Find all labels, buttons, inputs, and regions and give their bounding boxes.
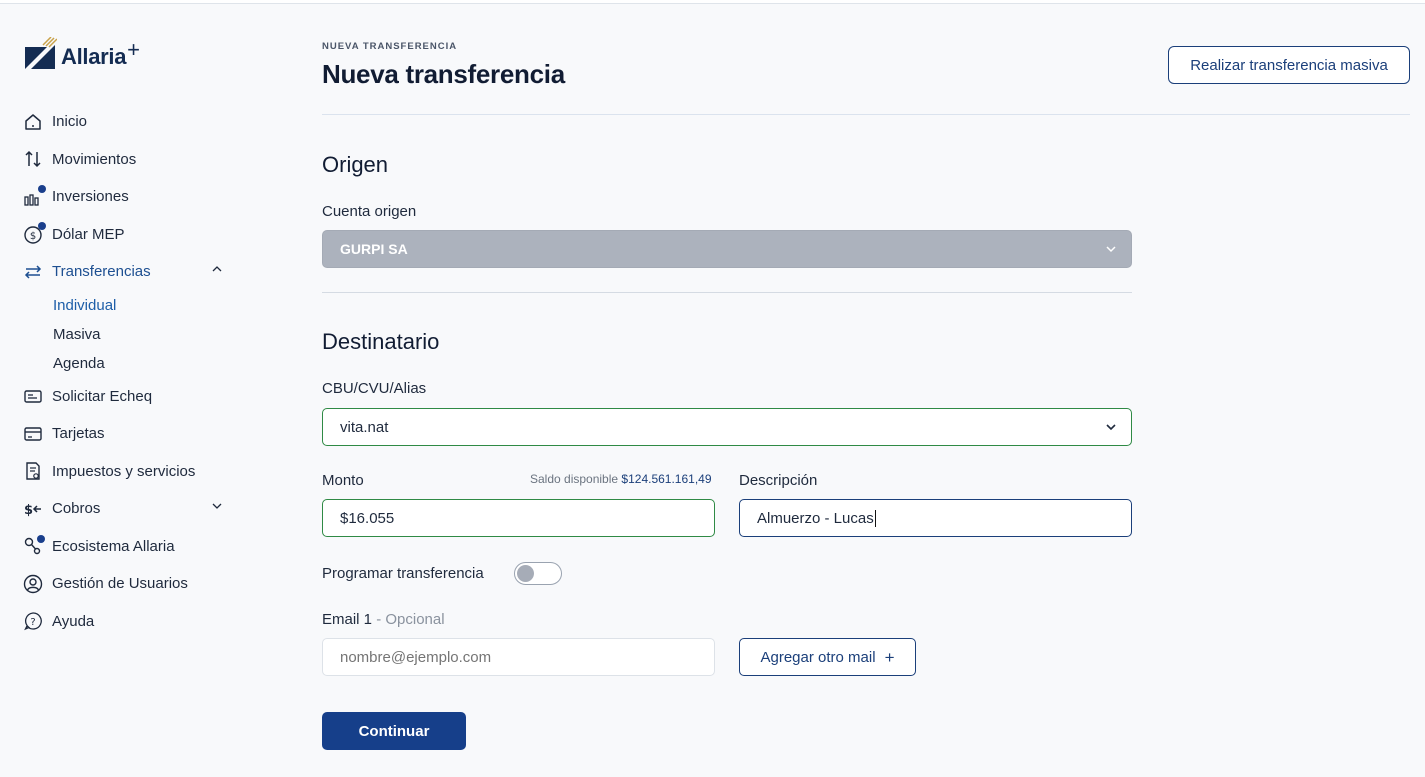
sidebar-item-label: Impuestos y servicios xyxy=(52,462,196,480)
chevron-up-icon[interactable] xyxy=(212,265,222,273)
logo-mark-icon xyxy=(25,37,57,69)
plus-icon: + xyxy=(884,647,895,667)
transfer-submenu: Individual Masiva Agenda xyxy=(22,291,232,378)
email-label: Email 1 - Opcional xyxy=(322,611,445,628)
svg-text:$: $ xyxy=(24,503,33,518)
email-label-text: Email 1 xyxy=(322,611,373,628)
chevron-down-icon xyxy=(1106,246,1116,253)
sidebar-item-tarjetas[interactable]: Tarjetas xyxy=(22,415,232,453)
sidebar-item-label: Inversiones xyxy=(52,188,129,206)
brand-logo[interactable]: Allaria + xyxy=(25,36,140,72)
cuenta-origen-value: GURPI SA xyxy=(340,241,408,257)
sidebar-item-ecosistema[interactable]: Ecosistema Allaria xyxy=(22,528,232,566)
sidebar-item-transferencias[interactable]: Transferencias xyxy=(22,253,232,291)
cbu-select[interactable]: vita.nat xyxy=(322,408,1132,446)
user-circle-icon xyxy=(22,573,44,595)
network-icon xyxy=(22,535,45,557)
section-divider xyxy=(322,292,1132,293)
sidebar-item-label: Tarjetas xyxy=(52,425,105,443)
arrows-updown-icon xyxy=(22,148,44,170)
transfer-icon xyxy=(22,261,44,283)
cbu-label: CBU/CVU/Alias xyxy=(322,380,427,397)
sidebar-item-label: Ecosistema Allaria xyxy=(52,537,175,555)
brand-plus: + xyxy=(127,37,141,62)
cuenta-origen-label: Cuenta origen xyxy=(322,203,417,220)
sidebar-item-label: Transferencias xyxy=(52,263,151,281)
sidebar-item-dolar-mep[interactable]: $ Dólar MEP xyxy=(22,216,232,254)
email-optional: - Opcional xyxy=(372,611,445,628)
receipt-icon xyxy=(22,460,44,482)
chevron-down-icon[interactable] xyxy=(212,502,222,510)
programar-label: Programar transferencia xyxy=(322,565,484,582)
saldo-value: $124.561.161,49 xyxy=(621,472,712,486)
sidebar-item-label: Dólar MEP xyxy=(52,225,125,243)
sidebar-item-label: Gestión de Usuarios xyxy=(52,575,188,593)
home-icon xyxy=(22,111,44,133)
destinatario-title: Destinatario xyxy=(322,329,440,354)
chevron-down-icon xyxy=(1106,424,1116,431)
svg-text:?: ? xyxy=(30,617,35,628)
cbu-value: vita.nat xyxy=(340,418,389,436)
sidebar-item-gestion-usuarios[interactable]: Gestión de Usuarios xyxy=(22,565,232,603)
descripcion-input[interactable]: Almuerzo - Lucas xyxy=(739,499,1132,537)
bar-chart-icon xyxy=(22,184,46,208)
saldo-label: Saldo disponible xyxy=(530,472,619,486)
sidebar-item-label: Inicio xyxy=(52,113,88,131)
saldo-disponible: Saldo disponible $124.561.161,49 xyxy=(530,472,712,486)
sidebar-item-label: Solicitar Echeq xyxy=(52,387,153,405)
sidebar-subitem-agenda[interactable]: Agenda xyxy=(53,349,232,378)
sidebar-item-solicitar-echeq[interactable]: Solicitar Echeq xyxy=(22,378,232,416)
add-mail-label: Agregar otro mail xyxy=(760,648,876,666)
sidebar-item-cobros[interactable]: $ Cobros xyxy=(22,490,232,528)
svg-text:$: $ xyxy=(30,231,36,242)
sidebar-subitem-masiva[interactable]: Masiva xyxy=(53,320,232,349)
add-mail-button[interactable]: Agregar otro mail + xyxy=(739,638,916,676)
cuenta-origen-select[interactable]: GURPI SA xyxy=(322,230,1132,268)
notification-dot xyxy=(38,222,46,231)
sidebar-item-inicio[interactable]: Inicio xyxy=(22,103,232,141)
sidebar-subitem-individual[interactable]: Individual xyxy=(53,291,232,320)
descripcion-label: Descripción xyxy=(739,472,818,489)
help-icon: ? xyxy=(22,610,44,632)
card-icon xyxy=(22,423,44,445)
sidebar-item-inversiones[interactable]: Inversiones xyxy=(22,178,232,216)
monto-input[interactable]: $16.055 xyxy=(322,499,715,537)
sidebar-item-ayuda[interactable]: ? Ayuda xyxy=(22,603,232,641)
notification-dot xyxy=(38,184,46,193)
sidebar-nav: Inicio Movimientos Inversiones $ Dólar M… xyxy=(22,103,232,640)
descripcion-value: Almuerzo - Lucas xyxy=(757,509,874,527)
text-cursor xyxy=(874,509,876,527)
dollar-circle-icon: $ xyxy=(22,222,46,245)
sidebar-item-movimientos[interactable]: Movimientos xyxy=(22,141,232,179)
brand-name: Allaria xyxy=(61,44,127,69)
sidebar-item-label: Movimientos xyxy=(52,150,137,168)
echeq-icon xyxy=(22,385,44,407)
monto-value: $16.055 xyxy=(340,509,395,527)
toggle-knob xyxy=(517,565,534,582)
top-border xyxy=(0,0,1425,4)
sidebar-item-impuestos[interactable]: Impuestos y servicios xyxy=(22,453,232,491)
header-divider xyxy=(322,114,1410,115)
sidebar-item-label: Ayuda xyxy=(52,612,95,630)
sidebar-item-label: Cobros xyxy=(52,500,101,518)
breadcrumb: NUEVA TRANSFERENCIA xyxy=(322,41,458,52)
programar-toggle[interactable] xyxy=(514,562,562,585)
email-input[interactable] xyxy=(322,638,715,676)
origen-title: Origen xyxy=(322,152,389,177)
continue-button[interactable]: Continuar xyxy=(322,712,466,750)
monto-label: Monto xyxy=(322,472,364,489)
cobros-icon: $ xyxy=(22,498,44,520)
notification-dot xyxy=(37,535,45,544)
page-title: Nueva transferencia xyxy=(322,59,565,89)
bulk-transfer-button[interactable]: Realizar transferencia masiva xyxy=(1168,46,1410,84)
